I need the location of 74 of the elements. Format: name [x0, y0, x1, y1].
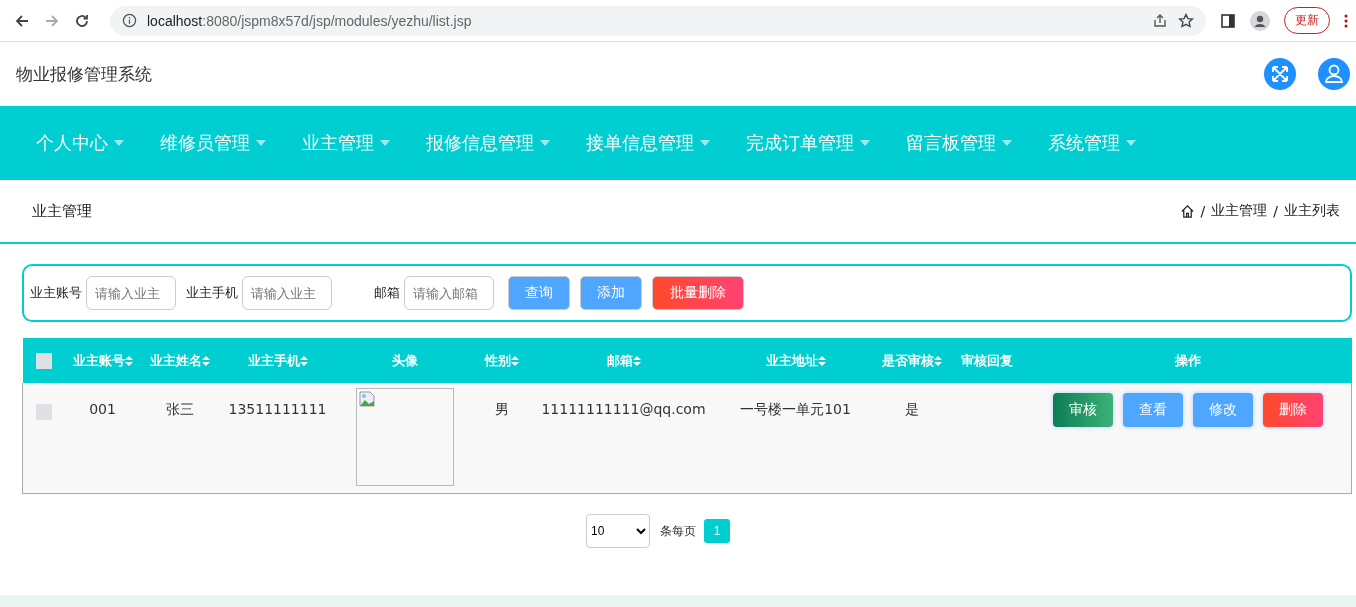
update-button[interactable]: 更新 [1284, 7, 1330, 34]
breadcrumb-separator: / [1273, 203, 1278, 219]
column-header[interactable]: 业主地址 [765, 351, 826, 370]
table-cell: 13511111111 [228, 401, 327, 417]
search-button[interactable]: 批量删除 [652, 276, 744, 310]
field-label: 业主账号 [30, 284, 82, 302]
caret-icon[interactable] [700, 140, 710, 146]
select-all-checkbox[interactable] [35, 352, 52, 369]
sort-icon[interactable] [632, 355, 641, 366]
sort-icon[interactable] [510, 355, 519, 366]
star-icon[interactable] [1178, 12, 1194, 29]
caret-icon[interactable] [1126, 140, 1136, 146]
page-size-select[interactable]: 10 [586, 514, 650, 548]
breadcrumb-item[interactable]: 业主列表 [1284, 202, 1340, 220]
row-action-button[interactable]: 删除 [1262, 393, 1323, 427]
row-checkbox[interactable] [35, 404, 52, 420]
per-page-label: 条每页 [660, 522, 696, 540]
sidebar-icon[interactable] [1220, 12, 1236, 29]
nav-menu[interactable]: 维修员管理 [144, 131, 282, 155]
table-cell: 11111111111@qq.com [541, 401, 706, 417]
search-button[interactable]: 添加 [580, 276, 642, 310]
field-label: 邮箱 [374, 284, 400, 302]
search-field[interactable]: 请输入业主 [86, 276, 176, 310]
column-header[interactable]: 邮箱 [606, 351, 641, 370]
sort-icon[interactable] [299, 355, 308, 366]
page-button[interactable]: 1 [704, 519, 730, 543]
caret-icon[interactable] [114, 140, 124, 146]
caret-icon[interactable] [380, 140, 390, 146]
back-icon[interactable] [14, 12, 30, 29]
column-header: 头像 [391, 351, 418, 370]
search-button[interactable]: 查询 [508, 276, 570, 310]
nav-menu[interactable]: 系统管理 [1032, 131, 1152, 155]
url-text: localhost:8080/jspm8x57d/jsp/modules/yezhu/list.jsp [147, 12, 472, 29]
info-icon[interactable] [122, 13, 137, 28]
breadcrumb-separator: / [1200, 203, 1206, 219]
table-cell: 张三 [165, 401, 194, 417]
share-icon[interactable] [1152, 12, 1168, 29]
nav-menu[interactable]: 接单信息管理 [570, 131, 726, 155]
table-cell: 001 [89, 401, 116, 417]
caret-icon[interactable] [256, 140, 266, 146]
nav-menu[interactable]: 完成订单管理 [730, 131, 886, 155]
reload-icon[interactable] [74, 12, 90, 29]
search-field[interactable]: 请输入业主 [242, 276, 332, 310]
caret-icon[interactable] [1002, 140, 1012, 146]
caret-icon[interactable] [860, 140, 870, 146]
page-title: 业主管理 [32, 201, 92, 221]
table-cell: 一号楼一单元101 [740, 401, 851, 417]
row-action-button[interactable]: 修改 [1192, 393, 1253, 427]
nav-menu[interactable]: 留言板管理 [890, 131, 1028, 155]
address-bar[interactable]: localhost:8080/jspm8x57d/jsp/modules/yezhu/list.jsp [110, 5, 1206, 36]
profile-icon[interactable] [1250, 10, 1270, 31]
user-icon[interactable] [1318, 58, 1350, 90]
breadcrumb-item[interactable]: 业主管理 [1211, 202, 1268, 220]
sort-icon[interactable] [817, 355, 826, 366]
table-cell: 是 [904, 401, 919, 417]
row-action-button[interactable]: 查看 [1122, 393, 1183, 427]
row-action-button[interactable]: 审核 [1052, 393, 1113, 427]
nav-menu[interactable]: 报修信息管理 [410, 131, 566, 155]
table-cell: 男 [494, 401, 509, 417]
sort-icon[interactable] [933, 355, 942, 366]
more-icon[interactable] [1344, 12, 1348, 29]
fullscreen-icon[interactable] [1264, 58, 1296, 90]
caret-icon[interactable] [540, 140, 550, 146]
broken-image-icon [358, 391, 375, 407]
field-label: 业主手机 [186, 284, 238, 302]
home-icon[interactable] [1179, 203, 1195, 219]
sort-icon[interactable] [124, 355, 133, 366]
app-title: 物业报修管理系统 [16, 62, 152, 86]
nav-menu[interactable]: 业主管理 [286, 131, 406, 155]
nav-menu[interactable]: 个人中心 [20, 131, 140, 155]
sort-icon[interactable] [201, 355, 210, 366]
column-header: 操作 [1175, 351, 1201, 370]
search-field[interactable]: 请输入邮箱 [404, 276, 494, 310]
column-header: 审核回复 [960, 351, 1013, 370]
